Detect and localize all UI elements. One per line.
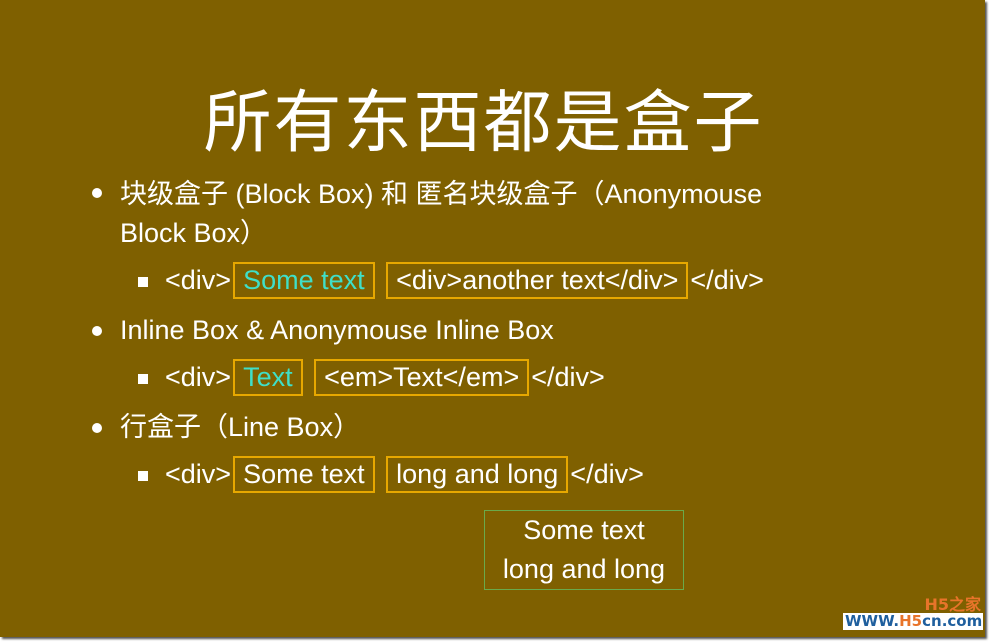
watermark-title: H5之家 [924,595,981,614]
list-item-text: Inline Box & Anonymouse Inline Box [120,315,554,345]
list-item-block-box: 块级盒子 (Block Box) 和 匿名块级盒子（Anonymouse Blo… [120,175,762,253]
line-box-segment-1: Some text [233,456,375,493]
watermark-url-prefix: WWW. [845,612,900,630]
watermark-url-suffix: cn.com [922,612,983,630]
watermark-url-brand: H5 [899,612,923,630]
anonymous-block-box: Some text [233,262,375,299]
square-bullet-icon [138,277,148,287]
line-box-line-1: Some text [523,515,645,545]
watermark-url: WWW.H5cn.com [843,613,983,630]
tag-close: </div> [531,362,605,392]
bullet-icon [92,326,102,336]
bullet-icon [92,423,102,433]
list-item-line-box: 行盒子（Line Box） [120,408,360,447]
tag-close: </div> [570,459,644,489]
tag-close: </div> [690,265,764,295]
tag-open: <div> [165,265,232,295]
line-box-line-2: long and long [502,554,666,584]
slide: 所有东西都是盒子 块级盒子 (Block Box) 和 匿名块级盒子（Anony… [0,0,985,637]
list-item-text-continued: Block Box） [120,218,268,248]
example-inline-box: <div> Text <em>Text</em> </div> [165,359,605,396]
tag-open: <div> [165,459,232,489]
watermark-logo: H5之家 WWW.H5cn.com [843,597,983,631]
square-bullet-icon [138,471,148,481]
example-block-box: <div> Some text <div>another text</div> </… [165,262,764,299]
line-box-demo: Some text long and long [484,510,684,590]
block-box: <div>another text</div> [386,262,689,299]
example-line-box: <div> Some text long and long </div> [165,456,644,493]
list-item-inline-box: Inline Box & Anonymouse Inline Box [120,311,554,350]
tag-open: <div> [165,362,232,392]
bullet-icon [92,188,102,198]
line-box-segment-2: long and long [386,456,569,493]
list-item-text: 行盒子（Line Box） [120,412,361,442]
square-bullet-icon [138,374,148,384]
list-item-text: 块级盒子 (Block Box) 和 匿名块级盒子（Anonymouse [120,179,763,209]
anonymous-inline-box: Text [233,359,303,396]
slide-title: 所有东西都是盒子 [203,84,764,163]
inline-box: <em>Text</em> [314,359,530,396]
